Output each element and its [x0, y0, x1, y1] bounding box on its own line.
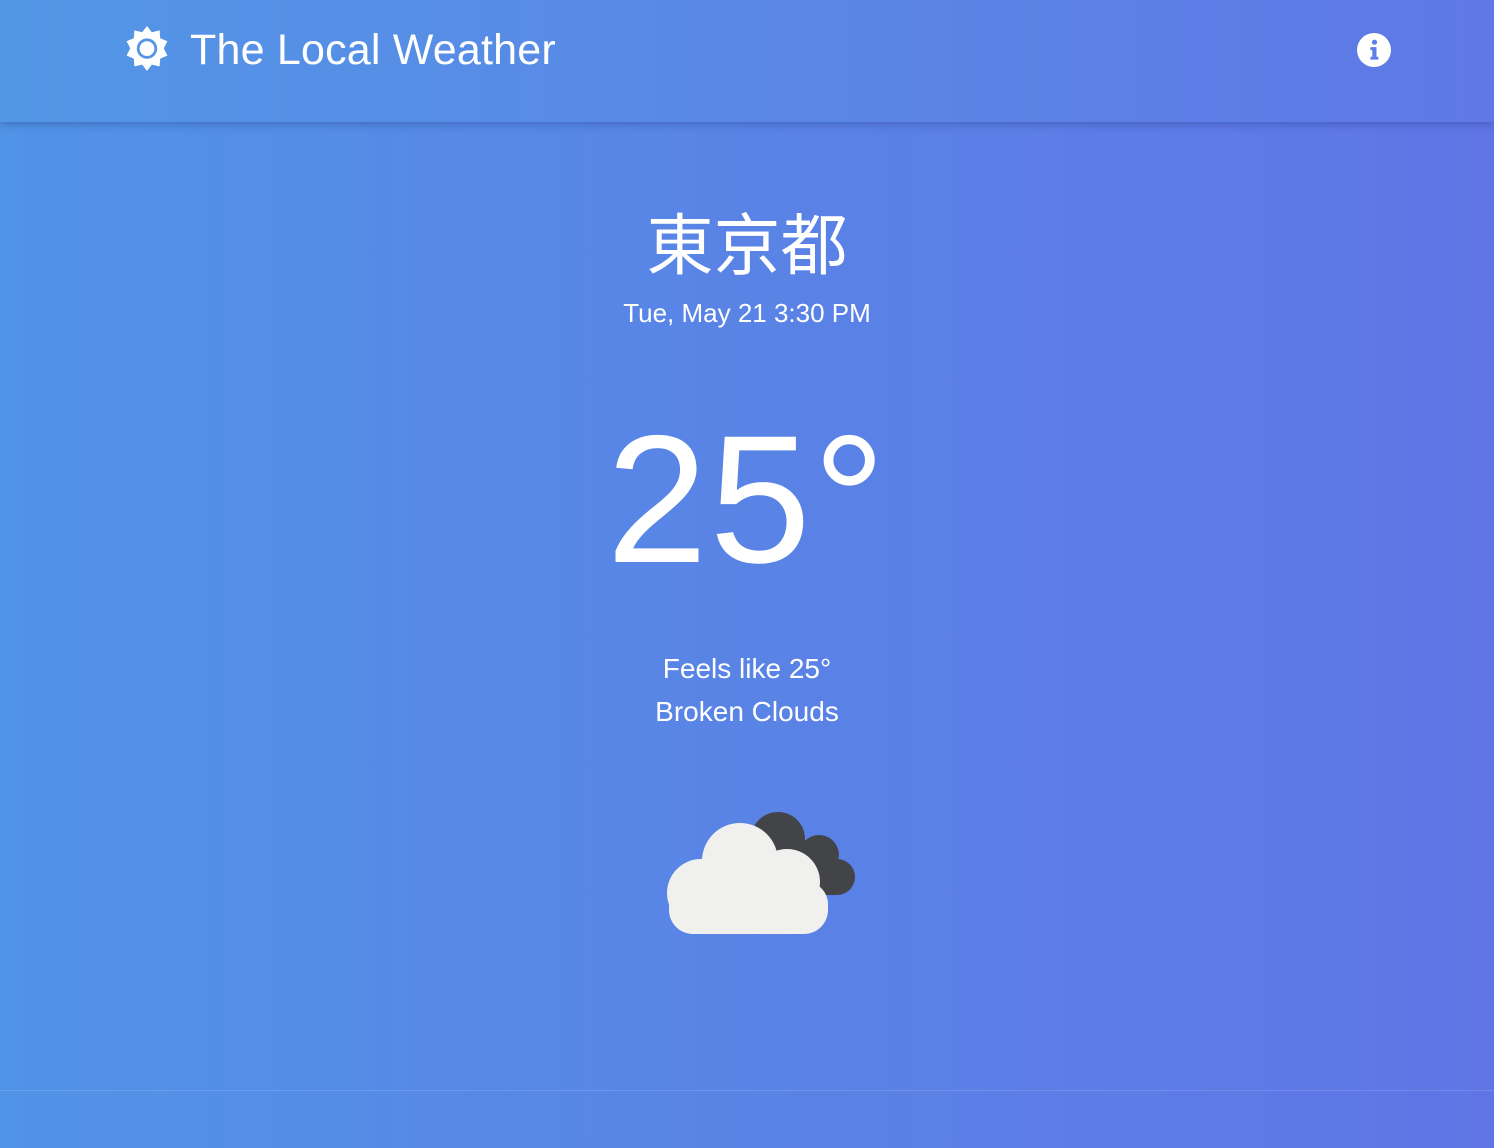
current-temperature: 25° [606, 397, 888, 601]
footer [0, 1091, 1494, 1148]
app-title: The Local Weather [190, 26, 556, 74]
app-bar: The Local Weather [0, 0, 1494, 122]
sun-icon [126, 26, 168, 71]
weather-description: Broken Clouds [655, 696, 839, 727]
city-name: 東京都 [646, 207, 848, 285]
broken-clouds-icon [657, 806, 863, 936]
brand: The Local Weather [122, 24, 556, 76]
info-icon [1357, 33, 1391, 67]
date-time: Tue, May 21 3:30 PM [623, 298, 871, 328]
info-button[interactable] [1355, 31, 1393, 69]
feels-like-temperature: Feels like 25° [662, 653, 832, 684]
weather-panel: 東京都 Tue, May 21 3:30 PM 25° Feels like 2… [0, 122, 1494, 1090]
